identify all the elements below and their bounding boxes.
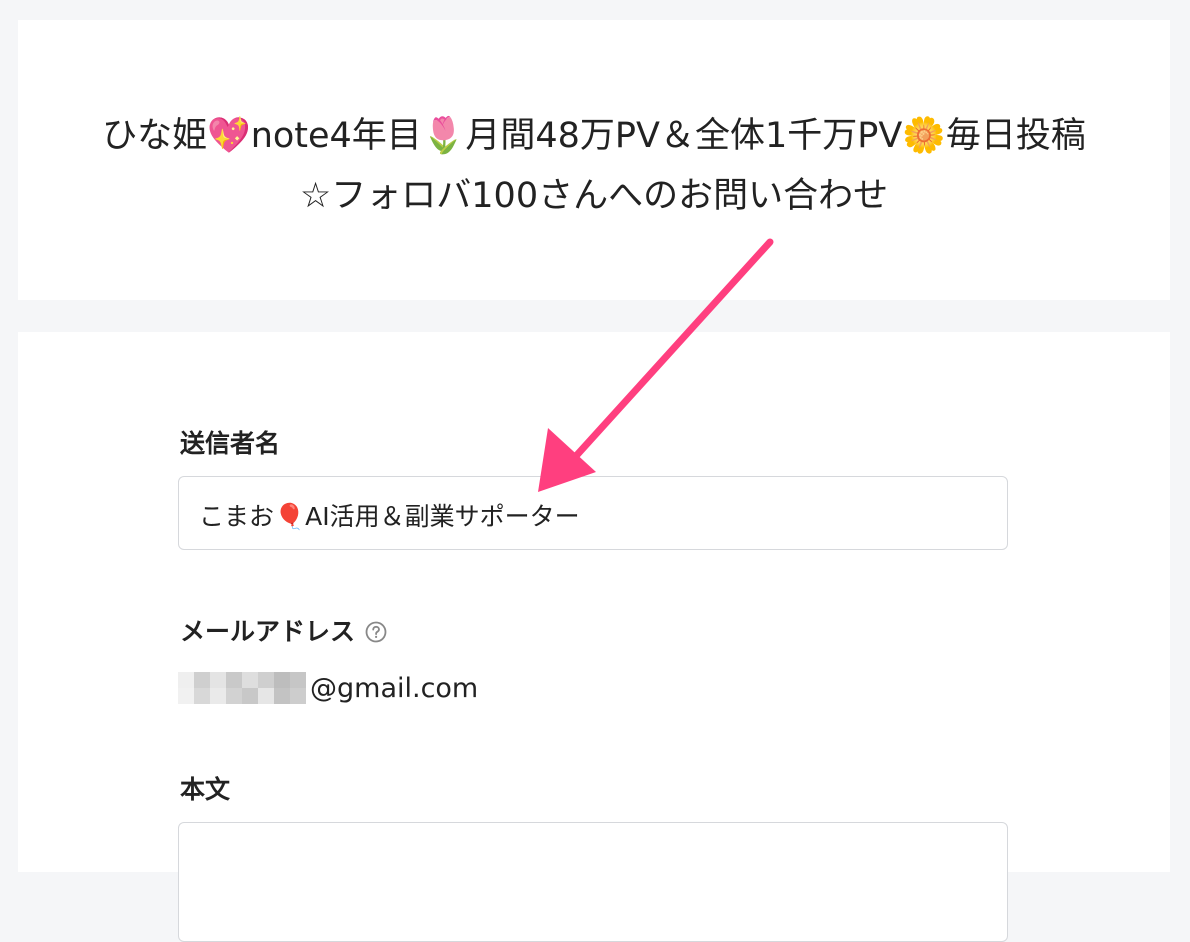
email-label-text: メールアドレス	[180, 617, 356, 646]
email-domain: @gmail.com	[310, 672, 479, 704]
email-label: メールアドレス	[180, 612, 387, 648]
page-title-line-1: ひな姫💖note4年目🌷月間48万PV＆全体1千万PV🌼毎日投稿	[102, 116, 1086, 156]
body-textarea[interactable]	[178, 822, 1008, 942]
contact-form: 送信者名 こまお🎈AI活用＆副業サポーター メールアドレス @gmail.com…	[18, 332, 1170, 942]
email-value: @gmail.com	[178, 672, 478, 704]
question-circle-icon[interactable]	[365, 620, 387, 643]
page-title: ひな姫💖note4年目🌷月間48万PV＆全体1千万PV🌼毎日投稿 ☆フォロバ10…	[58, 106, 1130, 226]
sender-name-input[interactable]: こまお🎈AI活用＆副業サポーター	[178, 476, 1008, 550]
title-card: ひな姫💖note4年目🌷月間48万PV＆全体1千万PV🌼毎日投稿 ☆フォロバ10…	[18, 20, 1170, 300]
sender-name-label: 送信者名	[180, 429, 281, 458]
sender-name-value: こまお🎈AI活用＆副業サポーター	[199, 502, 580, 531]
email-redacted-mosaic	[178, 672, 306, 704]
body-label: 本文	[180, 775, 231, 804]
page-title-line-2: ☆フォロバ100さんへのお問い合わせ	[299, 176, 889, 216]
